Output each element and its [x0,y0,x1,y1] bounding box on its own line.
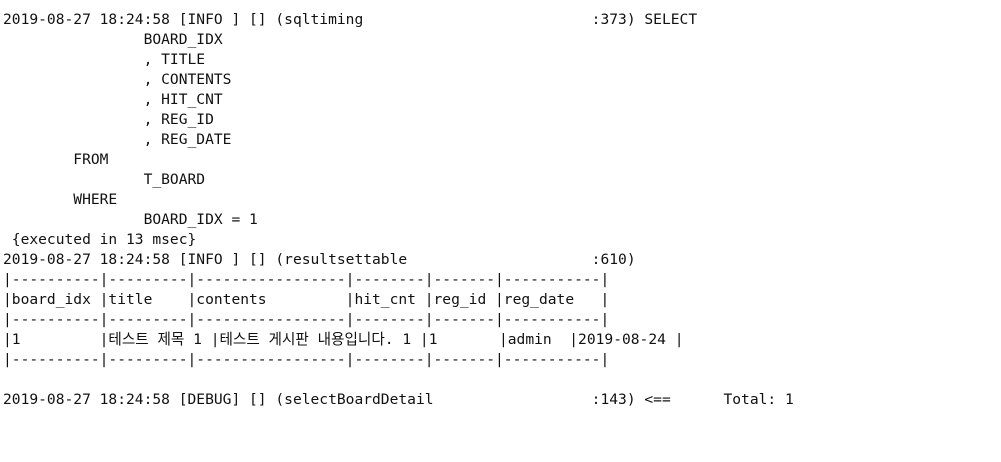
table-header-row: |board_idx |title |contents |hit_cnt |re… [3,291,610,308]
table-border-line: |----------|---------|-----------------|… [3,351,610,368]
sql-line: T_BOARD [3,171,206,188]
sql-line: , TITLE [3,51,206,68]
sql-line: , CONTENTS [3,71,232,88]
result-log-header: 2019-08-27 18:24:58 [INFO ] [] (resultse… [3,251,636,268]
sql-line: FROM [3,151,109,168]
table-border-line: |----------|---------|-----------------|… [3,271,610,288]
table-row: |1 |테스트 제목 1 |테스트 게시판 내용입니다. 1 |1 |admin… [3,331,684,348]
execution-time: {executed in 13 msec} [3,231,197,248]
sql-line: BOARD_IDX [3,31,223,48]
sql-line: , REG_DATE [3,131,232,148]
table-border-line: |----------|---------|-----------------|… [3,311,610,328]
sql-line: WHERE [3,191,118,208]
sql-log-header: 2019-08-27 18:24:58 [INFO ] [] (sqltimin… [3,11,698,28]
console-log: 2019-08-27 18:24:58 [INFO ] [] (sqltimin… [3,10,993,410]
sql-line: BOARD_IDX = 1 [3,211,258,228]
sql-line: , HIT_CNT [3,91,223,108]
sql-line: , REG_ID [3,111,214,128]
debug-log-line: 2019-08-27 18:24:58 [DEBUG] [] (selectBo… [3,391,794,408]
